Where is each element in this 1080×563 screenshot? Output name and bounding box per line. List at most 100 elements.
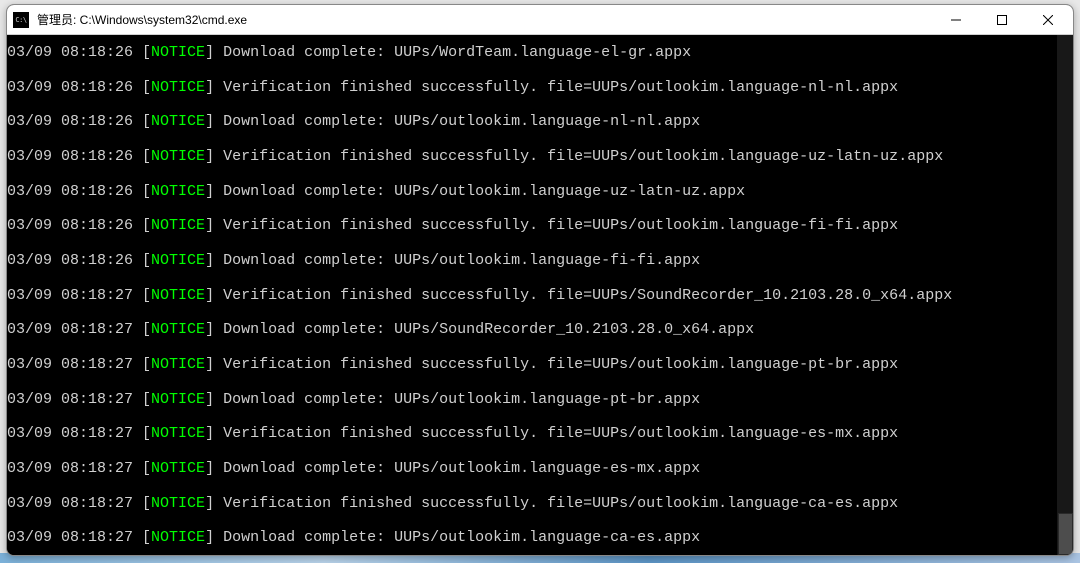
terminal-body[interactable]: 03/09 08:18:26 [NOTICE] Download complet… <box>7 35 1073 555</box>
bracket-open: [ <box>133 322 151 337</box>
log-line: 03/09 08:18:26 [NOTICE] Verification fin… <box>7 70 1073 105</box>
bracket-open: [ <box>133 218 151 233</box>
log-message: Download complete: UUPs/SoundRecorder_10… <box>223 322 754 337</box>
log-timestamp: 03/09 08:18:26 <box>7 149 133 164</box>
log-timestamp: 03/09 08:18:27 <box>7 461 133 476</box>
bracket-close: ] <box>205 45 223 60</box>
log-level: NOTICE <box>151 45 205 60</box>
log-level: NOTICE <box>151 288 205 303</box>
log-timestamp: 03/09 08:18:27 <box>7 357 133 372</box>
log-level: NOTICE <box>151 80 205 95</box>
log-line: 03/09 08:18:27 [NOTICE] Verification fin… <box>7 278 1073 313</box>
log-timestamp: 03/09 08:18:27 <box>7 426 133 441</box>
log-line: 03/09 08:18:27 [NOTICE] Download complet… <box>7 451 1073 486</box>
bracket-open: [ <box>133 392 151 407</box>
log-message: Verification finished successfully. file… <box>223 218 898 233</box>
bracket-open: [ <box>133 357 151 372</box>
log-level: NOTICE <box>151 357 205 372</box>
minimize-icon <box>951 15 961 25</box>
log-level: NOTICE <box>151 530 205 545</box>
log-level: NOTICE <box>151 322 205 337</box>
cmd-icon: C:\ <box>13 12 29 28</box>
log-message: Verification finished successfully. file… <box>223 80 898 95</box>
bracket-close: ] <box>205 288 223 303</box>
log-line: 03/09 08:18:26 [NOTICE] Verification fin… <box>7 139 1073 174</box>
log-line: 03/09 08:18:26 [NOTICE] Download complet… <box>7 174 1073 209</box>
log-timestamp: 03/09 08:18:26 <box>7 80 133 95</box>
bracket-open: [ <box>133 80 151 95</box>
log-level: NOTICE <box>151 496 205 511</box>
bracket-close: ] <box>205 530 223 545</box>
bracket-open: [ <box>133 496 151 511</box>
bracket-open: [ <box>133 288 151 303</box>
bracket-close: ] <box>205 426 223 441</box>
log-level: NOTICE <box>151 149 205 164</box>
maximize-icon <box>997 15 1007 25</box>
log-level: NOTICE <box>151 184 205 199</box>
bracket-open: [ <box>133 45 151 60</box>
bracket-open: [ <box>133 530 151 545</box>
log-line: 03/09 08:18:26 [NOTICE] Download complet… <box>7 35 1073 70</box>
log-level: NOTICE <box>151 392 205 407</box>
vertical-scrollbar[interactable] <box>1057 35 1073 555</box>
log-level: NOTICE <box>151 426 205 441</box>
minimize-button[interactable] <box>933 5 979 34</box>
log-line: 03/09 08:18:27 [NOTICE] Verification fin… <box>7 417 1073 452</box>
title-bar[interactable]: C:\ 管理员: C:\Windows\system32\cmd.exe <box>7 5 1073 35</box>
bracket-close: ] <box>205 149 223 164</box>
maximize-button[interactable] <box>979 5 1025 34</box>
log-level: NOTICE <box>151 114 205 129</box>
log-level: NOTICE <box>151 218 205 233</box>
bracket-open: [ <box>133 149 151 164</box>
log-message: Download complete: UUPs/outlookim.langua… <box>223 184 745 199</box>
bracket-close: ] <box>205 322 223 337</box>
log-level: NOTICE <box>151 461 205 476</box>
log-line: 03/09 08:18:27 [NOTICE] Download complet… <box>7 313 1073 348</box>
log-line: 03/09 08:18:27 [NOTICE] Download complet… <box>7 382 1073 417</box>
log-timestamp: 03/09 08:18:27 <box>7 322 133 337</box>
log-timestamp: 03/09 08:18:26 <box>7 253 133 268</box>
bracket-close: ] <box>205 392 223 407</box>
log-line: 03/09 08:18:27 [NOTICE] Download complet… <box>7 521 1073 555</box>
log-timestamp: 03/09 08:18:26 <box>7 184 133 199</box>
log-message: Verification finished successfully. file… <box>223 149 943 164</box>
bracket-close: ] <box>205 253 223 268</box>
log-timestamp: 03/09 08:18:26 <box>7 114 133 129</box>
close-icon <box>1043 15 1053 25</box>
log-timestamp: 03/09 08:18:27 <box>7 530 133 545</box>
log-line: 03/09 08:18:26 [NOTICE] Verification fin… <box>7 208 1073 243</box>
log-message: Download complete: UUPs/outlookim.langua… <box>223 461 700 476</box>
log-timestamp: 03/09 08:18:27 <box>7 496 133 511</box>
window-controls <box>933 5 1071 34</box>
log-message: Download complete: UUPs/outlookim.langua… <box>223 253 700 268</box>
close-button[interactable] <box>1025 5 1071 34</box>
window-title: 管理员: C:\Windows\system32\cmd.exe <box>37 11 933 28</box>
log-message: Download complete: UUPs/outlookim.langua… <box>223 392 700 407</box>
bracket-open: [ <box>133 114 151 129</box>
log-timestamp: 03/09 08:18:26 <box>7 218 133 233</box>
bracket-open: [ <box>133 461 151 476</box>
scrollbar-thumb[interactable] <box>1058 513 1073 555</box>
log-message: Verification finished successfully. file… <box>223 496 898 511</box>
log-line: 03/09 08:18:27 [NOTICE] Verification fin… <box>7 347 1073 382</box>
log-message: Verification finished successfully. file… <box>223 288 952 303</box>
log-message: Download complete: UUPs/WordTeam.languag… <box>223 45 691 60</box>
log-timestamp: 03/09 08:18:27 <box>7 392 133 407</box>
bracket-close: ] <box>205 218 223 233</box>
bracket-close: ] <box>205 496 223 511</box>
log-timestamp: 03/09 08:18:26 <box>7 45 133 60</box>
bracket-close: ] <box>205 184 223 199</box>
log-line: 03/09 08:18:27 [NOTICE] Verification fin… <box>7 486 1073 521</box>
cmd-window: C:\ 管理员: C:\Windows\system32\cmd.exe 03/… <box>6 4 1074 556</box>
bracket-close: ] <box>205 114 223 129</box>
log-line: 03/09 08:18:26 [NOTICE] Download complet… <box>7 243 1073 278</box>
bracket-close: ] <box>205 461 223 476</box>
log-message: Download complete: UUPs/outlookim.langua… <box>223 114 700 129</box>
log-timestamp: 03/09 08:18:27 <box>7 288 133 303</box>
log-message: Verification finished successfully. file… <box>223 426 898 441</box>
log-message: Verification finished successfully. file… <box>223 357 898 372</box>
bracket-open: [ <box>133 426 151 441</box>
bracket-close: ] <box>205 357 223 372</box>
log-line: 03/09 08:18:26 [NOTICE] Download complet… <box>7 104 1073 139</box>
log-level: NOTICE <box>151 253 205 268</box>
